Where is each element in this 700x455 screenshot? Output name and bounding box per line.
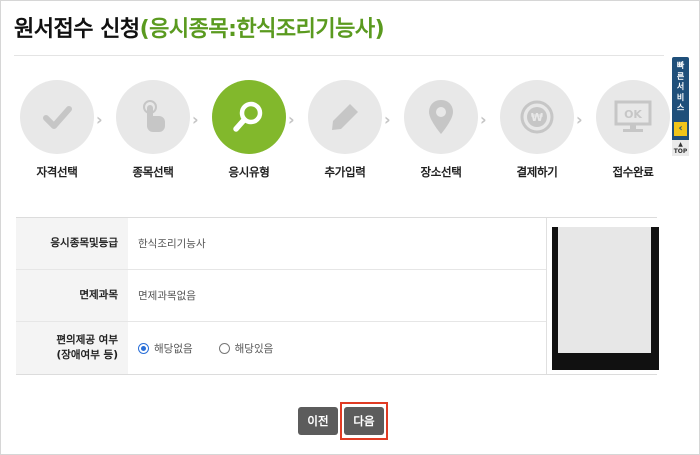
exempt-subject-label: 면제과목	[16, 270, 128, 321]
step-circle	[404, 80, 478, 154]
step-label: 종목선택	[132, 165, 174, 179]
step-label: 자격선택	[36, 165, 78, 179]
step-circle: OK	[596, 80, 670, 154]
radio-button[interactable]	[218, 342, 230, 354]
location-pin-icon	[429, 100, 453, 134]
accommodation-label-line2: (장애여부 등)	[56, 349, 118, 361]
radio-applicable[interactable]: 해당있음	[218, 341, 274, 356]
exam-subject-row: 응시종목및등급 한식조리기능사	[16, 218, 546, 270]
page-title: 원서접수 신청(응시종목:한식조리기능사)	[14, 11, 385, 43]
step-circle	[308, 80, 382, 154]
step-label: 추가입력	[324, 165, 366, 179]
step-circle: ₩	[500, 80, 574, 154]
prev-button[interactable]: 이전	[298, 407, 338, 435]
step-location: 장소선택	[394, 80, 488, 180]
next-button-highlight	[340, 402, 388, 440]
step-label: 장소선택	[420, 165, 462, 179]
exam-subject-value: 한식조리기능사	[138, 238, 206, 250]
won-coin-icon: ₩	[520, 100, 554, 134]
exempt-subject-row: 면제과목 면제과목없음	[16, 270, 546, 322]
svg-text:₩: ₩	[531, 111, 543, 124]
step-qualification: 자격선택	[10, 80, 104, 180]
exempt-subject-value: 면제과목없음	[138, 290, 196, 302]
caret-up-icon: ▲	[678, 141, 683, 148]
step-circle	[116, 80, 190, 154]
step-label: 결제하기	[516, 165, 558, 179]
accommodation-label: 편의제공 여부 (장애여부 등)	[16, 322, 128, 374]
scroll-top-button[interactable]: ▲ TOP	[672, 140, 689, 156]
radio-label: 해당없음	[154, 342, 193, 355]
step-payment: ₩ 결제하기	[490, 80, 584, 180]
accommodation-options: 해당없음 해당있음	[128, 322, 546, 374]
chevron-right-icon: ›	[576, 110, 583, 129]
ok-monitor-icon: OK	[614, 100, 652, 132]
photo-cell	[546, 218, 659, 374]
quick-service-label: 빠른서비스	[676, 61, 685, 112]
radio-not-applicable[interactable]: 해당없음	[138, 341, 193, 356]
radio-button-checked[interactable]	[138, 342, 149, 354]
chevron-right-icon: ›	[192, 110, 199, 129]
pencil-icon	[332, 104, 358, 130]
application-form: 응시종목및등급 한식조리기능사 면제과목 면제과목없음 편의제공 여부 (장애여…	[16, 217, 659, 375]
check-icon	[43, 106, 72, 129]
title-divider	[14, 55, 664, 56]
touch-icon	[143, 100, 165, 132]
step-exam-type: 응시유형	[202, 80, 296, 180]
chevron-right-icon: ›	[480, 110, 487, 129]
radio-label: 해당있음	[234, 342, 274, 355]
chevron-left-icon[interactable]: ‹	[674, 122, 687, 136]
exam-subject-label: 응시종목및등급	[16, 218, 128, 269]
chevron-right-icon: ›	[96, 110, 103, 129]
step-circle	[212, 80, 286, 154]
step-additional-input: 추가입력	[298, 80, 392, 180]
chevron-right-icon: ›	[288, 110, 295, 129]
applicant-photo	[552, 227, 659, 370]
top-label: TOP	[673, 148, 688, 155]
chevron-right-icon: ›	[384, 110, 391, 129]
photo-placeholder	[558, 227, 651, 353]
search-icon	[233, 101, 263, 132]
accommodation-label-line1: 편의제공 여부	[56, 334, 118, 347]
step-circle	[20, 80, 94, 154]
page-title-main: 원서접수 신청	[14, 17, 140, 42]
svg-text:OK: OK	[624, 108, 642, 121]
accommodation-row: 편의제공 여부 (장애여부 등) 해당없음 해당있음	[16, 322, 546, 374]
step-label: 응시유형	[228, 165, 270, 179]
step-label: 접수완료	[612, 165, 654, 179]
step-complete: OK 접수완료	[586, 80, 680, 180]
progress-steps: 자격선택 › 종목선택 › 응시유형 › 추가입력 › 장소선택 › ₩ 결제하…	[10, 80, 670, 190]
page-title-subject: (응시종목:한식조리기능사)	[139, 17, 385, 42]
step-subject: 종목선택	[106, 80, 200, 180]
